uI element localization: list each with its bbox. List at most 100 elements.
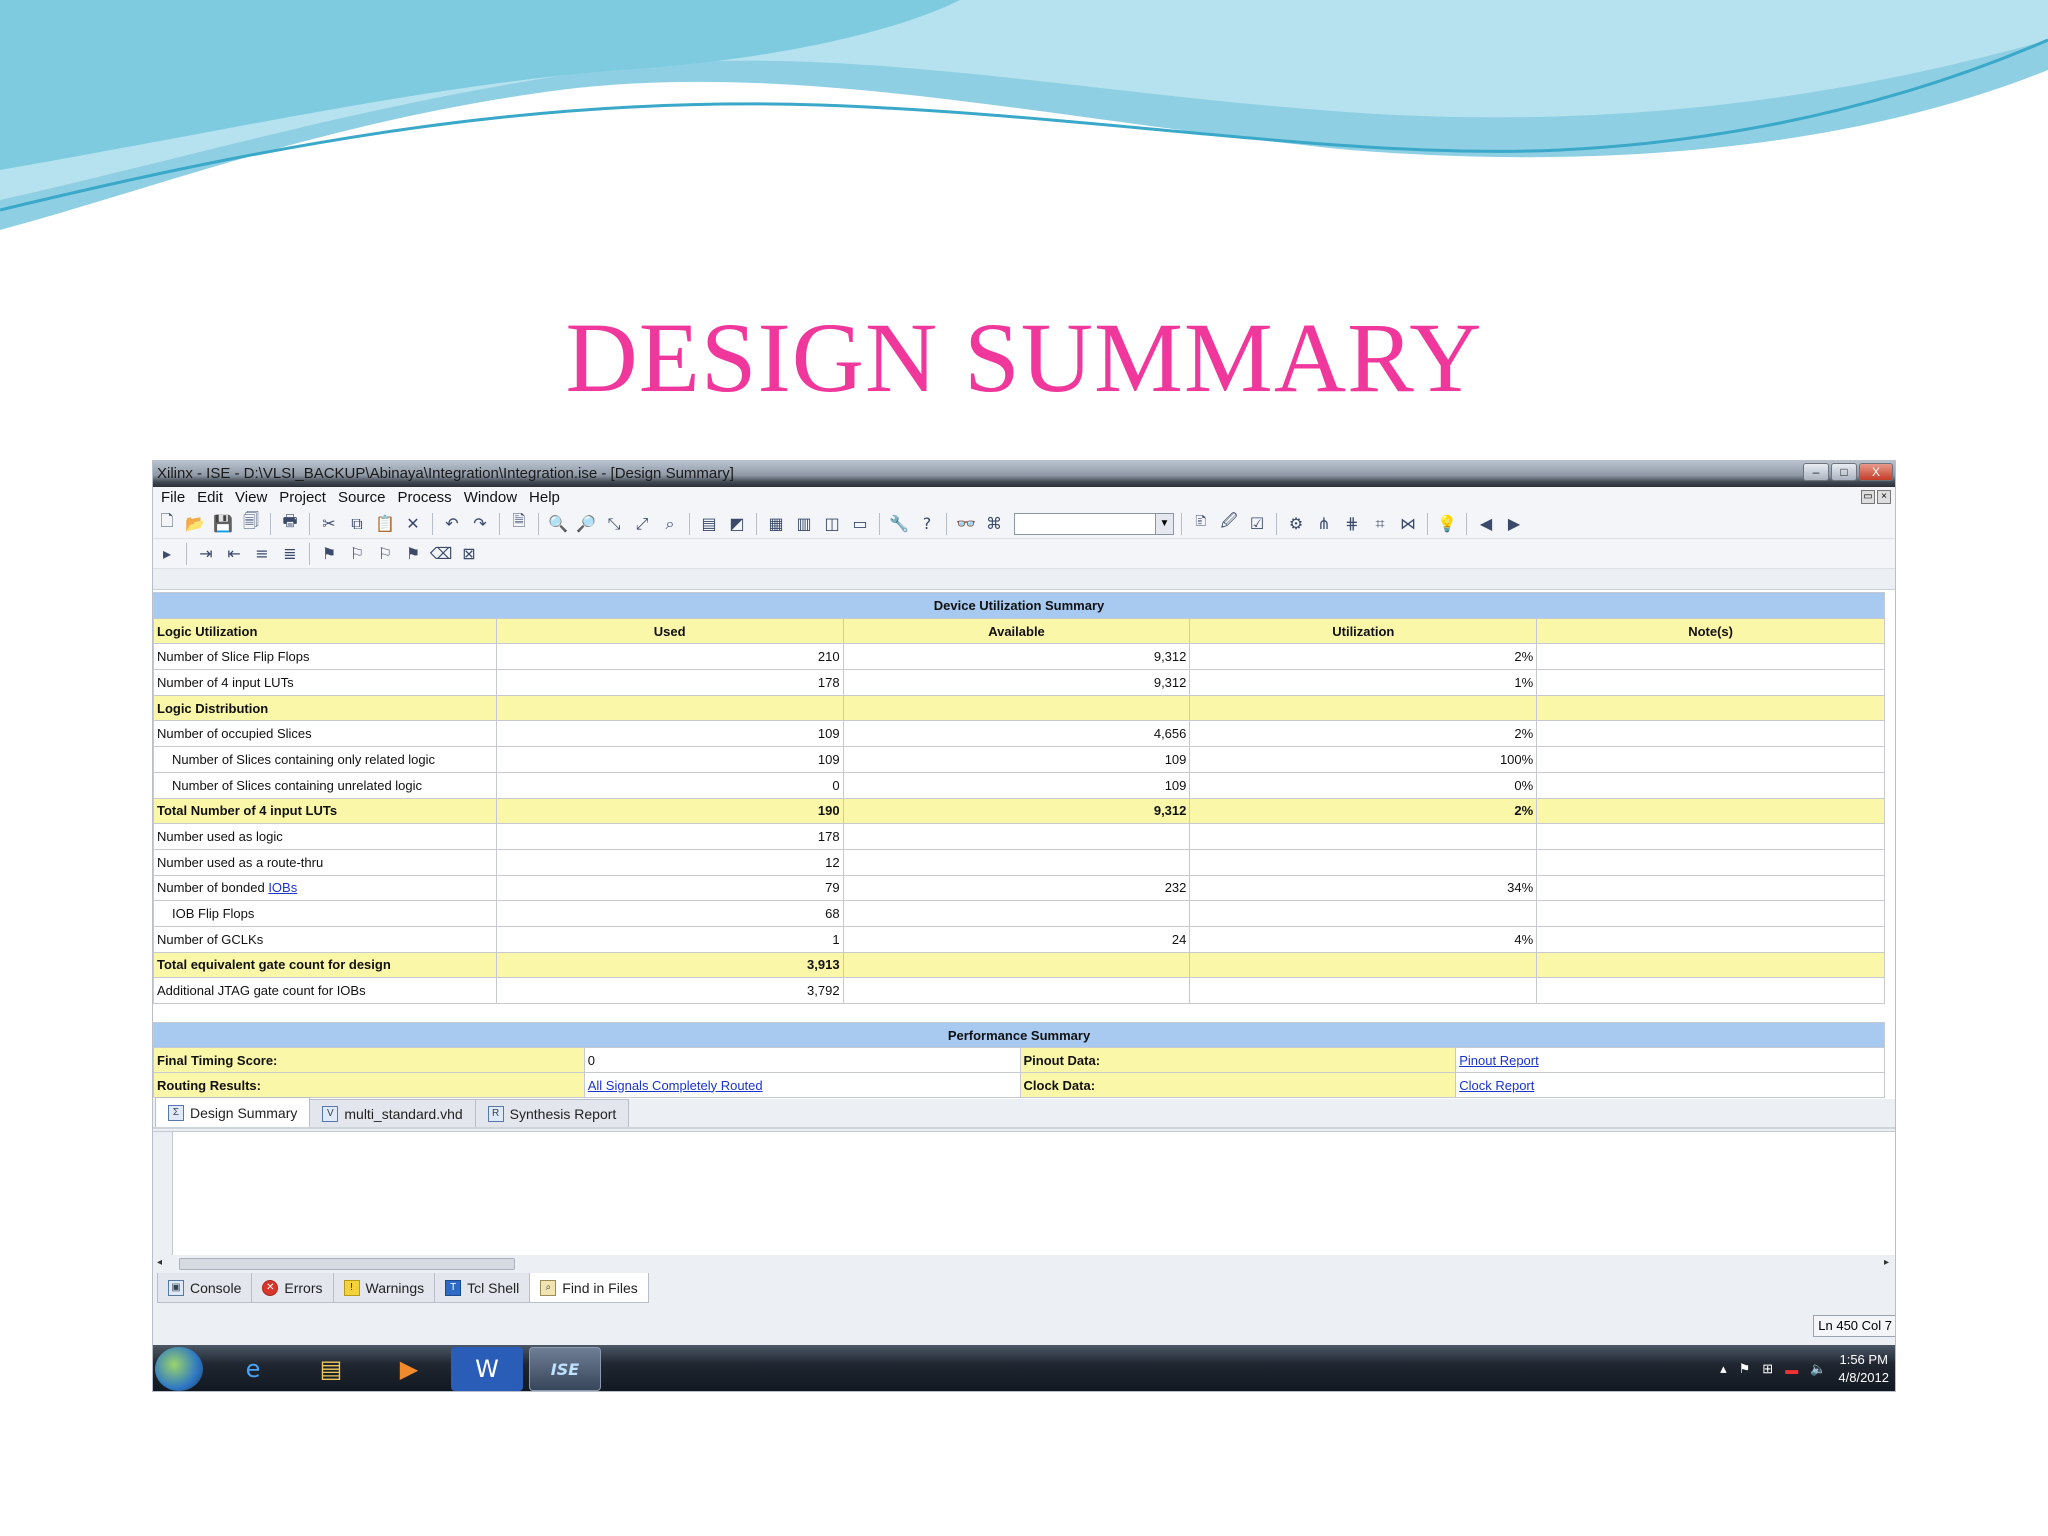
bookmark-clear-icon[interactable]: ⌫ [429, 542, 453, 566]
network-icon[interactable]: ⊞ [1762, 1361, 1773, 1377]
edit-source-icon[interactable]: 🖉 [1217, 511, 1241, 536]
uncomment-icon[interactable]: ≣ [278, 542, 302, 566]
expand-arrow-icon[interactable]: ▸ [155, 542, 179, 566]
implement-icon[interactable]: ⋕ [1340, 512, 1364, 536]
action-center-icon[interactable]: ⚑ [1739, 1361, 1751, 1377]
window-titlebar[interactable]: Xilinx - ISE - D:\VLSI_BACKUP\Abinaya\In… [153, 461, 1895, 487]
binoculars-icon[interactable]: 👓 [954, 512, 978, 536]
mdi-close-icon[interactable]: × [1877, 490, 1891, 504]
internet-explorer-icon[interactable]: e [217, 1347, 289, 1391]
lightbulb-icon[interactable]: 💡 [1435, 512, 1459, 536]
menu-view[interactable]: View [229, 487, 273, 509]
console-output[interactable] [153, 1131, 1895, 1256]
media-player-icon[interactable]: ▶ [373, 1347, 445, 1391]
find-in-files-icon[interactable]: ⌘ [982, 512, 1006, 536]
tab-multi-standard-vhd[interactable]: Vmulti_standard.vhd [309, 1099, 476, 1127]
bookmark-all-icon[interactable]: ⚑ [401, 542, 425, 566]
scroll-thumb[interactable] [179, 1258, 515, 1270]
clock-report-link[interactable]: Clock Report [1455, 1072, 1885, 1098]
clock[interactable]: 1:56 PM 4/8/2012 [1838, 1351, 1889, 1387]
cut-icon[interactable]: ✂ [317, 512, 341, 536]
file-explorer-icon[interactable]: ▤ [295, 1347, 367, 1391]
scroll-left-icon[interactable]: ◂ [157, 1257, 162, 1268]
summary-icon[interactable]: ▤ [697, 512, 721, 536]
search-combo[interactable]: ▼ [1014, 512, 1174, 535]
tab-design-summary[interactable]: Σ Design Summary [155, 1097, 311, 1127]
clear-all-icon[interactable]: ⊠ [457, 542, 481, 566]
save-all-icon[interactable]: 🗐 [239, 511, 263, 536]
power-icon[interactable]: ▬ [1785, 1362, 1798, 1377]
start-button[interactable] [155, 1347, 203, 1391]
tree-icon[interactable]: ⌗ [1368, 512, 1392, 536]
device-summary-title: Device Utilization Summary [153, 592, 1885, 619]
tray-expand-icon[interactable]: ▴ [1720, 1361, 1727, 1377]
routing-results-link[interactable]: All Signals Completely Routed [583, 1072, 1021, 1098]
table-row: Number of Slices containing only related… [153, 746, 1885, 773]
close-button[interactable]: X [1859, 463, 1893, 481]
bookmark-toggle-icon[interactable]: ⚑ [317, 542, 341, 566]
maximize-button[interactable]: □ [1831, 463, 1857, 481]
help-pointer-icon[interactable]: ? [915, 512, 939, 536]
redo-icon[interactable]: ↷ [468, 512, 492, 536]
menu-project[interactable]: Project [273, 487, 332, 509]
scroll-right-icon[interactable]: ▸ [1884, 1257, 1889, 1268]
save-icon[interactable]: 💾 [211, 512, 235, 536]
graph-icon[interactable]: ◩ [725, 512, 749, 536]
cascade-icon[interactable]: ▦ [764, 512, 788, 536]
menu-source[interactable]: Source [332, 487, 392, 509]
tile-horizontal-icon[interactable]: ▥ [792, 512, 816, 536]
tab-warnings[interactable]: ! Warnings [332, 1273, 436, 1303]
ise-taskbar-button[interactable]: ISE [529, 1347, 601, 1391]
used-cell: 210 [495, 643, 844, 671]
zoom-full-icon[interactable]: ⤢ [630, 512, 654, 536]
delete-icon[interactable]: ✕ [401, 512, 425, 536]
bookmark-prev-icon[interactable]: ⚐ [373, 542, 397, 566]
back-icon[interactable]: ◀ [1474, 512, 1498, 536]
tab-tcl-shell[interactable]: T Tcl Shell [434, 1273, 531, 1303]
zoom-fit-icon[interactable]: ⤡ [602, 512, 626, 536]
new-file-icon[interactable]: 🗋 [155, 511, 179, 536]
open-file-icon[interactable]: 📂 [183, 512, 207, 536]
used-cell: 109 [495, 746, 844, 773]
document-icon[interactable]: 🗎 [507, 511, 531, 536]
word-icon[interactable]: W [451, 1347, 523, 1391]
menu-process[interactable]: Process [392, 487, 458, 509]
undo-icon[interactable]: ↶ [440, 512, 464, 536]
tile-vertical-icon[interactable]: ◫ [820, 512, 844, 536]
indent-icon[interactable]: ⇥ [194, 542, 218, 566]
pinout-report-link[interactable]: Pinout Report [1455, 1047, 1885, 1073]
tab-find-in-files[interactable]: ⌕ Find in Files [529, 1273, 649, 1303]
comment-icon[interactable]: ≡ [250, 542, 274, 566]
copy-icon[interactable]: ⧉ [345, 512, 369, 536]
mdi-restore-icon[interactable]: ▭ [1861, 490, 1875, 504]
chevron-down-icon[interactable]: ▼ [1155, 513, 1173, 534]
tab-synthesis-report[interactable]: R Synthesis Report [474, 1099, 630, 1127]
iobs-link[interactable]: IOBs [268, 880, 297, 895]
horizontal-scrollbar[interactable]: ◂ ▸ [153, 1255, 1895, 1273]
add-source-icon[interactable]: 🗈 [1189, 511, 1213, 536]
tab-console[interactable]: ▣ Console [157, 1273, 253, 1303]
volume-icon[interactable]: 🔈 [1810, 1361, 1826, 1377]
used-cell: 0 [495, 771, 844, 799]
wrench-icon[interactable]: 🔧 [887, 512, 911, 536]
zoom-out-icon[interactable]: 🔎 [574, 512, 598, 536]
menu-help[interactable]: Help [523, 487, 566, 509]
check-icon[interactable]: ☑ [1245, 512, 1269, 536]
tab-errors[interactable]: ✕ Errors [251, 1273, 334, 1303]
find-icon[interactable]: ⌕ [658, 512, 682, 536]
forward-icon[interactable]: ▶ [1502, 512, 1526, 536]
menu-window[interactable]: Window [458, 487, 523, 509]
bookmark-next-icon[interactable]: ⚐ [345, 542, 369, 566]
menu-file[interactable]: File [155, 487, 191, 509]
menu-edit[interactable]: Edit [191, 487, 229, 509]
paste-icon[interactable]: 📋 [373, 512, 397, 536]
print-icon[interactable]: 🖶 [278, 511, 302, 536]
minimize-button[interactable]: – [1803, 463, 1829, 481]
outdent-icon[interactable]: ⇤ [222, 542, 246, 566]
zoom-in-icon[interactable]: 🔍 [546, 512, 570, 536]
window-icon[interactable]: ▭ [848, 512, 872, 536]
available-cell [842, 823, 1191, 850]
gear-icon[interactable]: ⚙ [1284, 512, 1308, 536]
tree-collapse-icon[interactable]: ⋈ [1396, 512, 1420, 536]
hierarchy-icon[interactable]: ⋔ [1312, 512, 1336, 536]
